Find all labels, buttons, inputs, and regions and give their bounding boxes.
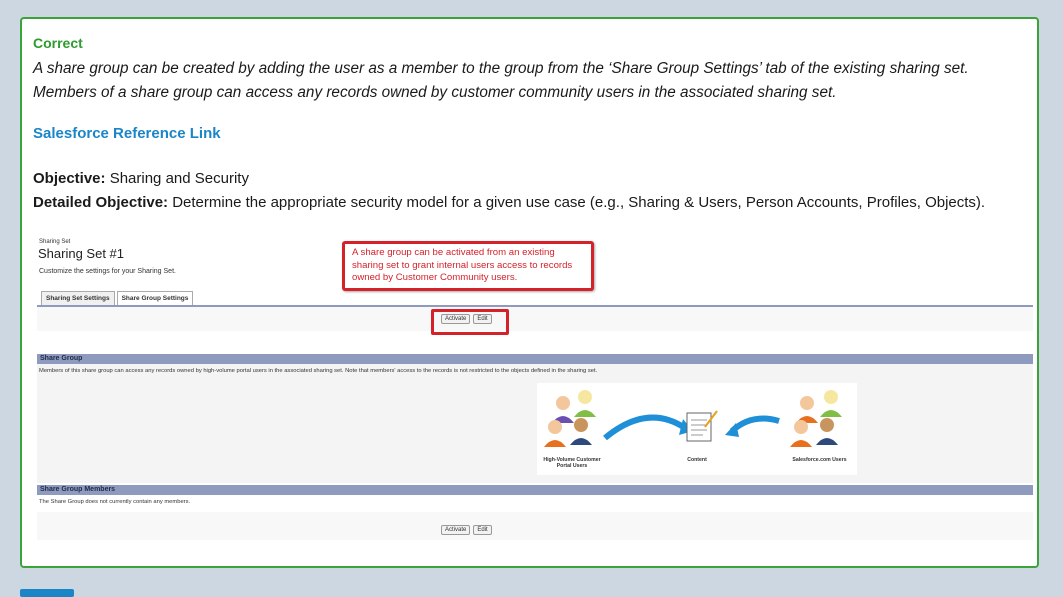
left-arrow (603, 414, 687, 441)
objective-value: Sharing and Security (105, 170, 249, 187)
sf-page-subtitle: Customize the settings for your Sharing … (39, 268, 176, 275)
salesforce-users-icon (790, 390, 842, 447)
sf-tabs: Sharing Set Settings Share Group Setting… (41, 291, 195, 305)
right-arrow (729, 415, 780, 434)
share-group-members-header: Share Group Members (37, 485, 1033, 495)
explanation-line-1: A share group can be created by adding t… (33, 60, 969, 77)
sharing-set-screenshot: Sharing Set Sharing Set #1 Customize the… (37, 237, 1033, 540)
edit-button-bottom[interactable]: Edit (473, 525, 492, 535)
answer-status: Correct (33, 35, 83, 51)
detailed-objective-label: Detailed Objective: (33, 194, 169, 211)
next-question-tab[interactable] (20, 589, 74, 597)
share-group-diagram: High-Volume Customer Portal Users Conten… (537, 383, 857, 475)
tab-share-group-settings[interactable]: Share Group Settings (116, 291, 194, 305)
button-highlight-box (431, 309, 509, 335)
callout-annotation: A share group can be activated from an e… (342, 241, 594, 291)
top-button-zone (37, 307, 1033, 331)
answer-explanation: A share group can be created by adding t… (33, 57, 1023, 105)
sf-page-title: Sharing Set #1 (38, 246, 125, 261)
content-document-icon (686, 410, 718, 442)
diagram-label-content: Content (687, 457, 707, 463)
share-group-members-description: The Share Group does not currently conta… (39, 499, 191, 505)
reference-link[interactable]: Salesforce Reference Link (33, 125, 221, 142)
objective-label: Objective: (33, 170, 106, 187)
share-group-body (37, 364, 1033, 483)
activate-button-bottom[interactable]: Activate (441, 525, 471, 535)
share-group-description: Members of this share group can access a… (39, 368, 598, 374)
detailed-objective: Detailed Objective: Determine the approp… (33, 194, 985, 211)
share-group-header: Share Group (37, 354, 1033, 364)
detailed-objective-value: Determine the appropriate security model… (168, 194, 986, 211)
bottom-buttons: Activate Edit (441, 525, 492, 535)
sf-breadcrumb: Sharing Set (39, 239, 71, 245)
explanation-line-2: Members of a share group can access any … (33, 84, 837, 101)
objective: Objective: Sharing and Security (33, 170, 249, 187)
portal-users-icon (544, 390, 596, 447)
tab-sharing-set-settings[interactable]: Sharing Set Settings (41, 291, 115, 305)
answer-card: Correct A share group can be created by … (20, 17, 1039, 568)
bottom-button-zone (37, 512, 1033, 540)
diagram-label-portal-users: High-Volume Customer Portal Users (543, 457, 601, 469)
diagram-label-salesforce-users: Salesforce.com Users (792, 457, 847, 463)
